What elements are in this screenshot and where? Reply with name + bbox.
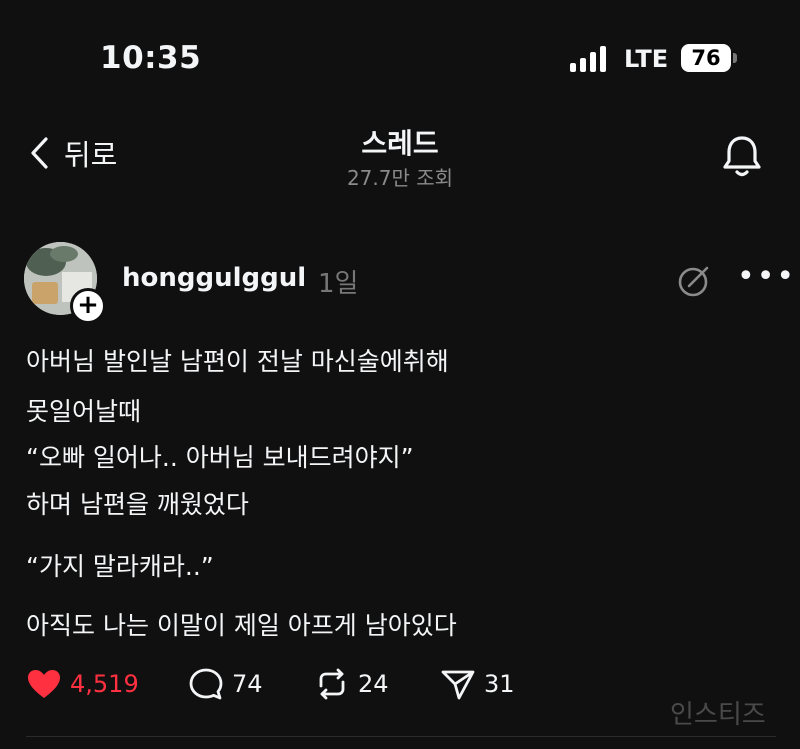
network-label: LTE — [624, 45, 669, 73]
watermark: 인스티즈 — [670, 700, 766, 730]
comment-button[interactable]: 74 — [188, 666, 263, 702]
send-icon — [441, 670, 475, 700]
post-text-line: 하며 남편을 깨웠었다 — [26, 490, 249, 519]
comment-icon — [189, 668, 223, 700]
comment-count: 74 — [232, 670, 263, 698]
bell-icon[interactable] — [718, 132, 766, 180]
repost-count: 24 — [358, 670, 389, 698]
edit-circle-icon[interactable] — [677, 264, 711, 298]
post-text-line: “오빠 일어나.. 아버님 보내드려야지” — [26, 443, 414, 472]
repost-icon — [319, 668, 345, 700]
heart-icon — [28, 670, 60, 698]
like-count: 4,519 — [70, 670, 139, 698]
post-age: 1일 — [318, 269, 359, 299]
share-count: 31 — [484, 670, 515, 698]
status-time: 10:35 — [100, 40, 202, 76]
more-icon[interactable]: ••• — [737, 262, 796, 292]
share-button[interactable]: 31 — [440, 666, 515, 702]
signal-icon — [570, 46, 610, 72]
like-button[interactable]: 4,519 — [26, 666, 139, 702]
battery-cap — [733, 53, 737, 63]
view-count: 27.7만 조회 — [346, 166, 454, 190]
repost-button[interactable]: 24 — [314, 666, 389, 702]
page-title: 스레드 — [361, 127, 439, 160]
divider — [26, 736, 776, 737]
follow-plus-icon[interactable]: + — [70, 288, 106, 324]
post-text-line: 아직도 나는 이말이 제일 아프게 남아있다 — [26, 611, 457, 640]
post-text-line: “가지 말라캐라..” — [26, 552, 214, 581]
battery-icon: 76 — [681, 44, 731, 72]
post-text-line: 못일어날때 — [26, 397, 142, 426]
username[interactable]: honggulggul — [122, 263, 306, 293]
post-text-line: 아버님 발인날 남편이 전날 마신술에취해 — [26, 347, 449, 376]
